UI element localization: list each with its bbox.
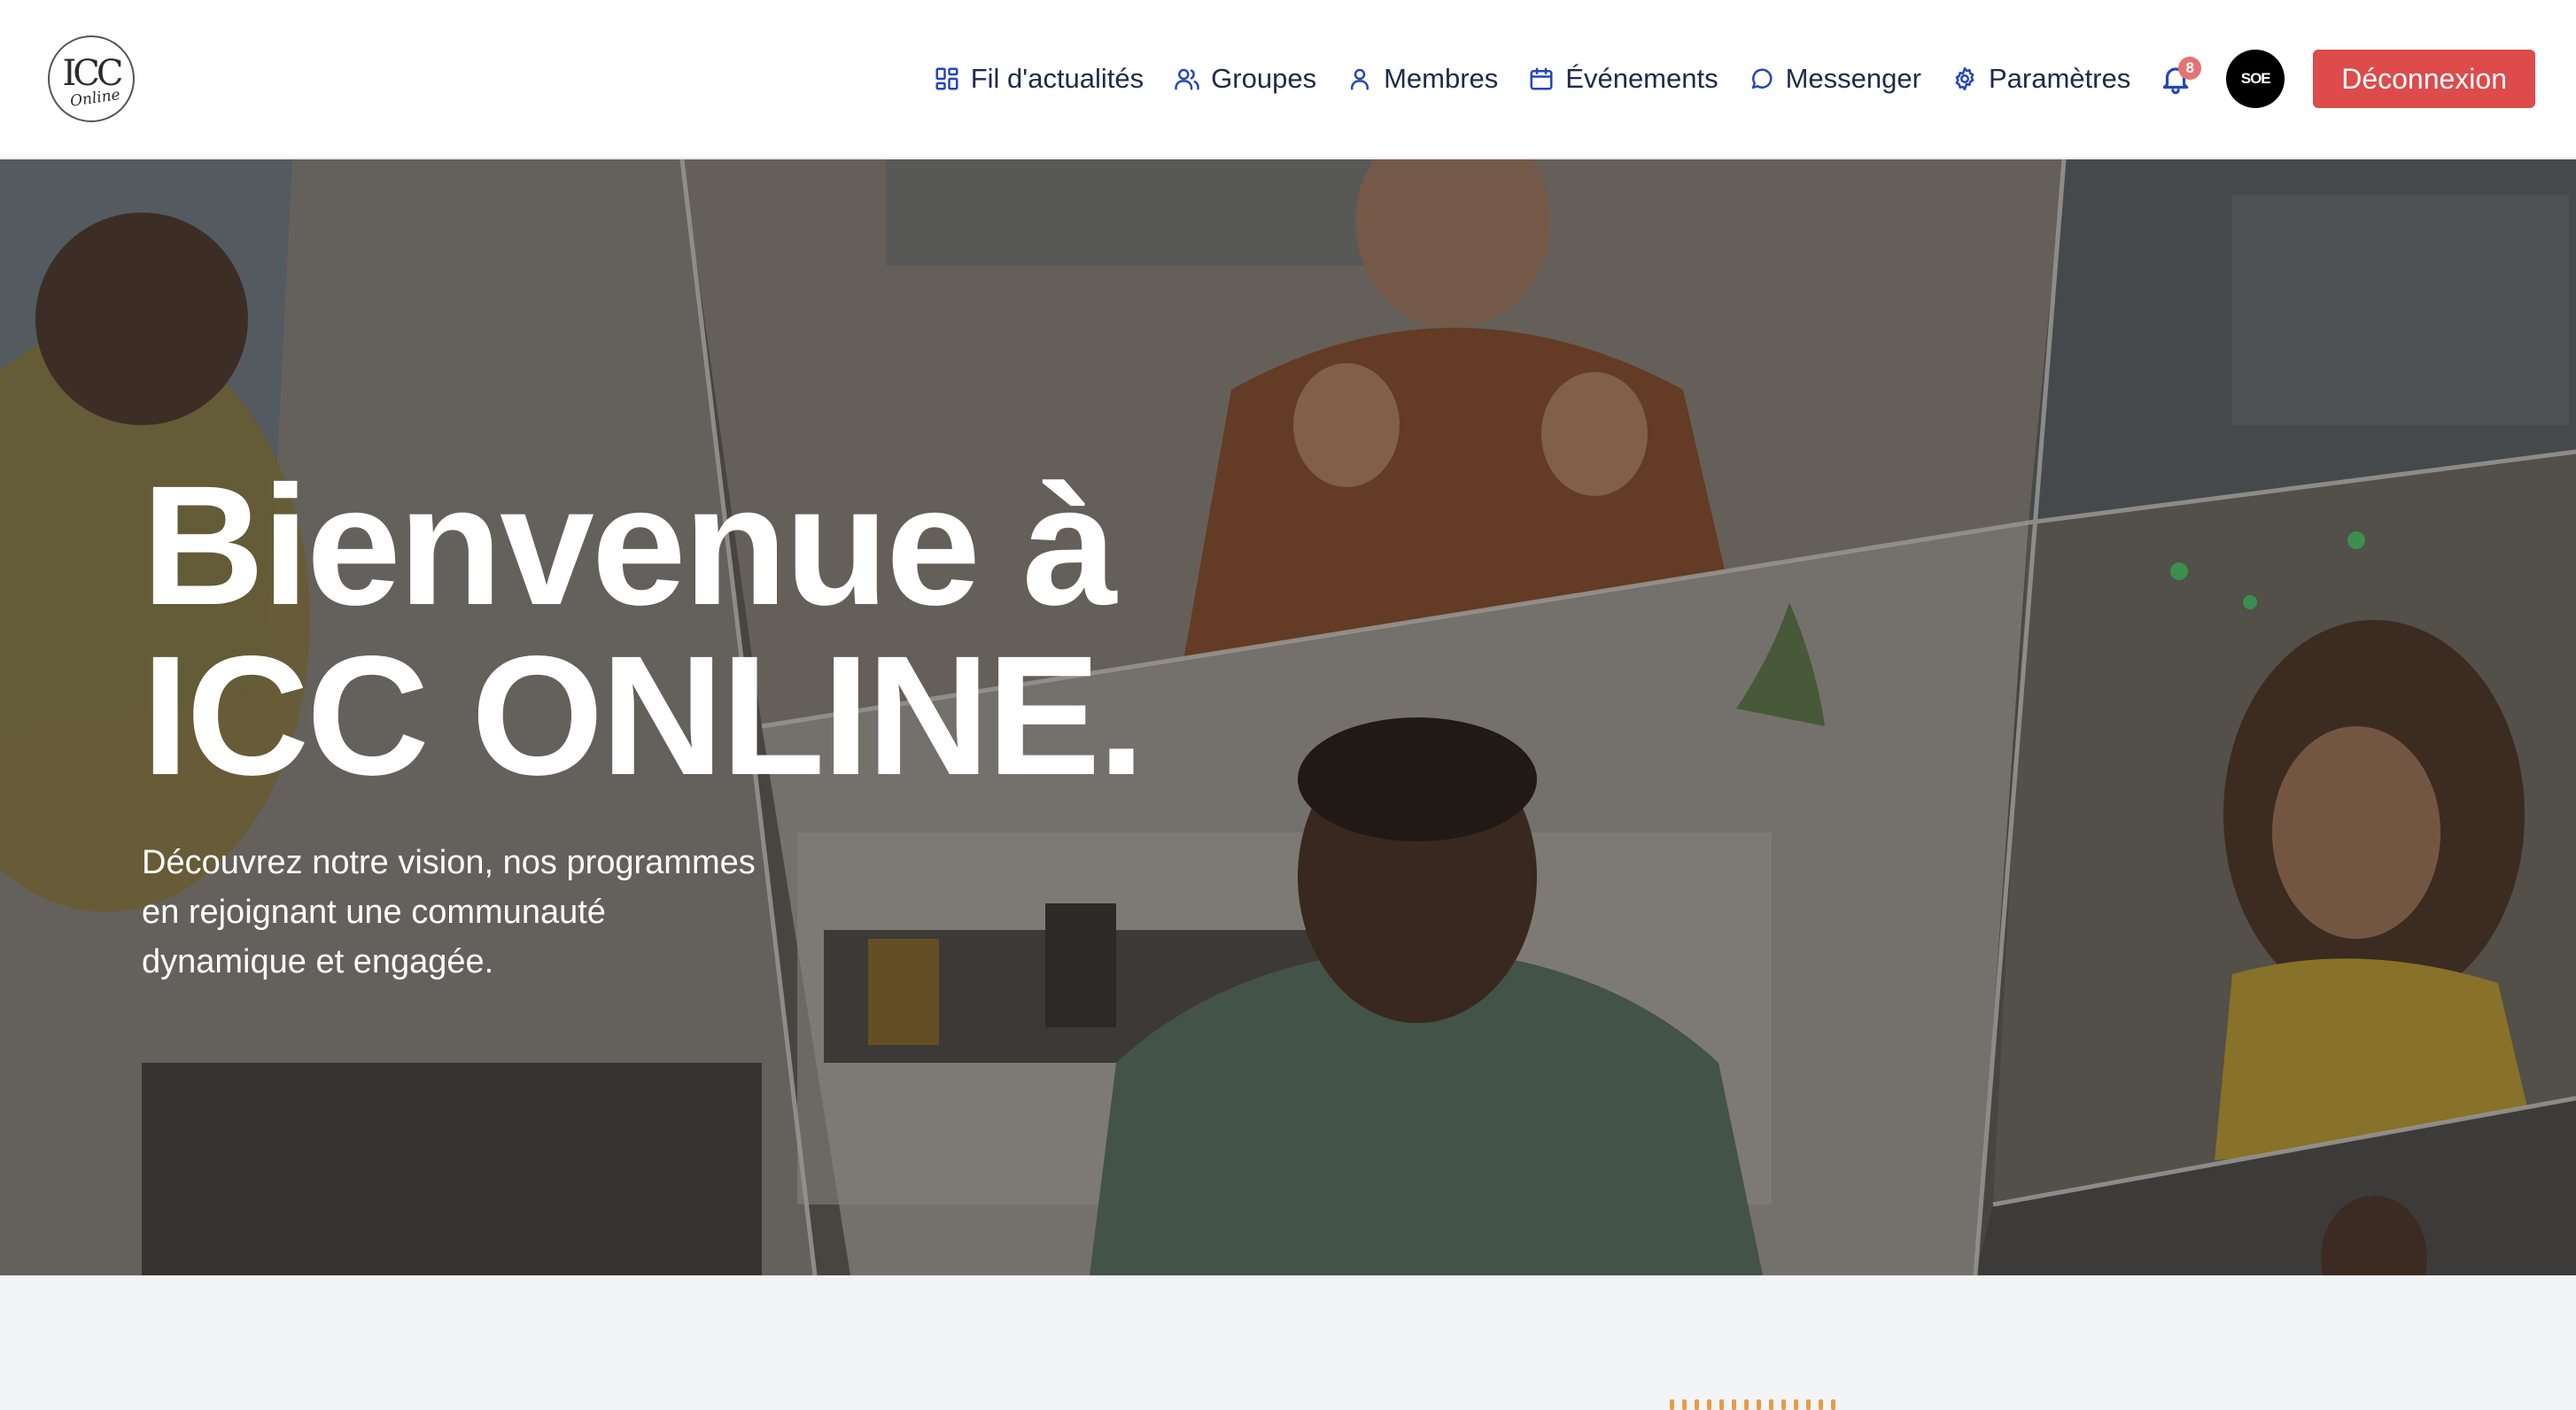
- hero-title-line2: ICC ONLINE.: [142, 620, 1145, 810]
- logo[interactable]: ICC Online: [48, 35, 135, 122]
- notification-badge: 8: [2178, 57, 2202, 80]
- user-icon: [1351, 68, 1369, 90]
- nav-item-label: Événements: [1565, 63, 1719, 94]
- nav-item-members[interactable]: Membres: [1346, 63, 1498, 95]
- content-section: [0, 1275, 2576, 1410]
- nav-item-label: Messenger: [1785, 63, 1921, 94]
- avatar[interactable]: SOE: [2226, 50, 2285, 108]
- hero-subtitle: Découvrez notre vision, nos programmes e…: [142, 844, 756, 980]
- top-navbar: ICC Online Fil d'actualités Groupes Memb…: [0, 0, 2576, 159]
- nav-item-label: Groupes: [1211, 63, 1317, 94]
- chat-bubble-icon: [1751, 68, 1773, 89]
- nav-item-events[interactable]: Événements: [1528, 63, 1719, 95]
- nav-item-settings[interactable]: Paramètres: [1951, 63, 2130, 95]
- nav-item-messenger[interactable]: Messenger: [1749, 63, 1921, 95]
- nav-item-label: Paramètres: [1988, 63, 2131, 94]
- decorative-sunburst: [1670, 1399, 1835, 1410]
- nav-item-groups[interactable]: Groupes: [1174, 63, 1316, 95]
- nav-item-news-feed[interactable]: Fil d'actualités: [934, 63, 1144, 95]
- grid-icon: [935, 67, 958, 90]
- avatar-text: SOE: [2240, 70, 2271, 87]
- hero-title: Bienvenue à ICC ONLINE.: [142, 461, 1145, 801]
- calendar-icon: [1530, 67, 1553, 90]
- nav-item-label: Fil d'actualités: [970, 63, 1144, 94]
- hero-banner: Bienvenue à ICC ONLINE. Découvrez notre …: [0, 159, 2576, 1275]
- main-nav: Fil d'actualités Groupes Membres Événeme…: [934, 0, 2535, 158]
- logout-button[interactable]: Déconnexion: [2313, 50, 2535, 108]
- nav-item-label: Membres: [1384, 63, 1499, 94]
- logo-text: ICC: [62, 53, 123, 94]
- gear-icon: [1955, 66, 1975, 91]
- hero-title-line1: Bienvenue à: [142, 450, 1117, 640]
- users-icon: [1175, 68, 1199, 90]
- hero-text-block: Bienvenue à ICC ONLINE. Découvrez notre …: [142, 461, 1145, 987]
- notifications-button[interactable]: 8: [2159, 57, 2202, 96]
